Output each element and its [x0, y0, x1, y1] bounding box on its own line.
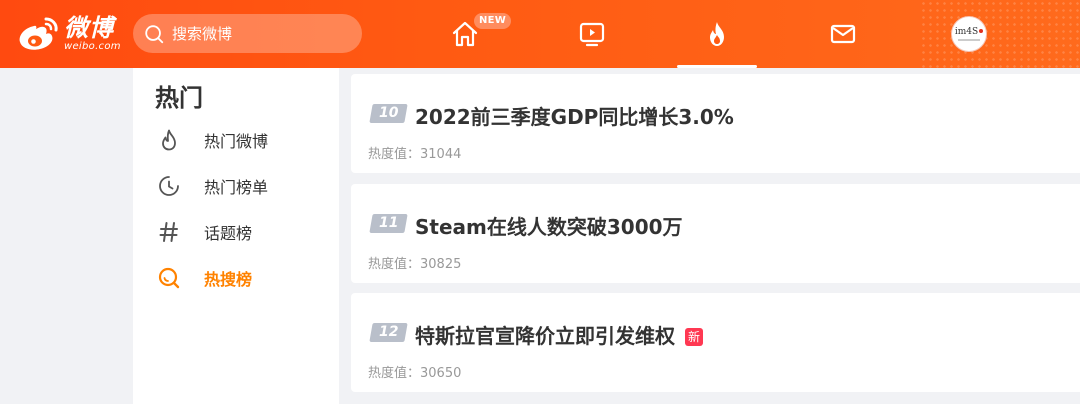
- sidebar-item-hot-list[interactable]: 热门榜单: [157, 171, 327, 201]
- clock-icon: [159, 176, 179, 196]
- hot-search-title-text: 特斯拉官宣降价立即引发维权: [415, 324, 675, 348]
- top-nav-bar: 微博 weibo.com NEW: [0, 0, 1080, 68]
- avatar-text: im4S: [954, 26, 979, 37]
- rank-badge: 10: [369, 104, 408, 123]
- rank-number: 12: [378, 324, 399, 340]
- search-box[interactable]: [133, 14, 362, 53]
- mail-icon: [830, 24, 856, 44]
- hot-search-card[interactable]: 11 Steam在线人数突破3000万 热度值：30825: [351, 184, 1080, 283]
- user-avatar[interactable]: im4S: [951, 16, 987, 52]
- hot-search-title[interactable]: Steam在线人数突破3000万: [415, 211, 683, 240]
- nav-video[interactable]: [576, 18, 608, 50]
- search-icon: [145, 24, 164, 43]
- rank-number: 11: [378, 215, 399, 231]
- video-icon: [579, 22, 605, 47]
- heat-number: 30825: [420, 257, 462, 272]
- new-tag-badge: 新: [685, 328, 703, 346]
- avatar-text-row: im4S: [954, 26, 984, 37]
- rank-number: 10: [378, 105, 399, 121]
- new-badge: NEW: [474, 13, 512, 29]
- flame-icon: [162, 129, 176, 151]
- heat-number: 31044: [420, 147, 462, 162]
- logo-en: weibo.com: [64, 41, 121, 52]
- logo-cn: 微博: [64, 14, 114, 42]
- avatar-dot: [979, 29, 984, 33]
- hot-search-title[interactable]: 特斯拉官宣降价立即引发维权新: [415, 320, 703, 349]
- heat-value: 热度值：30825: [368, 253, 461, 272]
- active-tab-indicator: [677, 65, 757, 68]
- sidebar-item-label: 热搜榜: [204, 270, 253, 289]
- hot-search-title-text: Steam在线人数突破3000万: [415, 215, 683, 239]
- search-hot-icon: [158, 267, 180, 289]
- heat-value: 热度值：30650: [368, 362, 461, 381]
- avatar-line: [958, 38, 980, 41]
- hot-search-title[interactable]: 2022前三季度GDP同比增长3.0%: [415, 101, 734, 130]
- hot-search-card[interactable]: 12 特斯拉官宣降价立即引发维权新 热度值：30650: [351, 293, 1080, 392]
- sidebar-item-hot-weibo[interactable]: 热门微博: [157, 125, 327, 155]
- hashtag-icon: [159, 222, 178, 242]
- sidebar-item-label: 话题榜: [204, 224, 253, 243]
- flame-icon: [710, 22, 724, 46]
- sidebar-item-topics[interactable]: 话题榜: [157, 217, 327, 247]
- weibo-logo[interactable]: 微博 weibo.com: [16, 12, 126, 56]
- header-decoration: [920, 0, 1080, 68]
- heat-label: 热度值：: [368, 366, 421, 381]
- sidebar-item-label: 热门榜单: [204, 178, 269, 197]
- sidebar-item-hot-search[interactable]: 热搜榜: [157, 263, 327, 293]
- heat-number: 30650: [420, 366, 462, 381]
- heat-label: 热度值：: [368, 257, 421, 272]
- heat-value: 热度值：31044: [368, 143, 461, 162]
- nav-mail[interactable]: [827, 18, 859, 50]
- sidebar-title: 热门: [155, 84, 203, 112]
- left-sidebar: 热门 热门微博 热门榜单 话题榜 热搜榜: [133, 68, 339, 404]
- rank-badge: 11: [369, 214, 408, 233]
- heat-label: 热度值：: [368, 147, 421, 162]
- logo-text: 微博 weibo.com: [64, 16, 121, 52]
- search-input[interactable]: [172, 24, 352, 43]
- hot-search-card[interactable]: 10 2022前三季度GDP同比增长3.0% 热度值：31044: [351, 74, 1080, 173]
- rank-badge: 12: [369, 323, 408, 342]
- sidebar-item-label: 热门微博: [204, 132, 269, 151]
- nav-hot[interactable]: [701, 18, 733, 50]
- weibo-eye-logo-icon: [19, 17, 58, 50]
- hot-search-title-text: 2022前三季度GDP同比增长3.0%: [415, 105, 734, 129]
